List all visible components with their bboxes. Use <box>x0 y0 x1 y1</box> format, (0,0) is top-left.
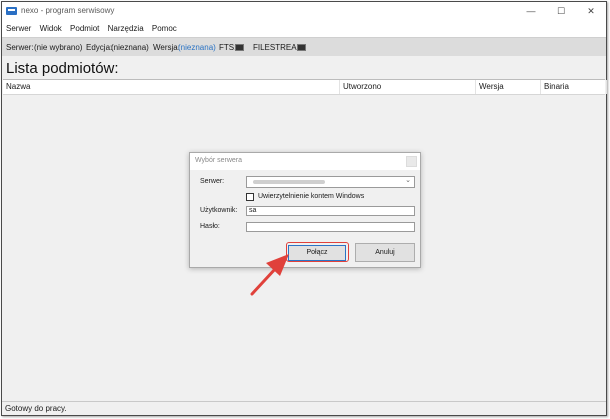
version-value: (nieznana) <box>178 43 216 52</box>
column-header-binaries[interactable]: Binaria <box>541 80 607 94</box>
menu-serwer[interactable]: Serwer <box>6 21 31 37</box>
app-logo-icon <box>6 7 17 15</box>
edition-value: (nieznana) <box>111 43 149 52</box>
status-bar: Gotowy do pracy. <box>2 401 606 415</box>
password-field-label: Hasło: <box>200 223 220 230</box>
server-combobox[interactable]: ⌄ <box>246 176 415 188</box>
window-title: nexo - program serwisowy <box>21 6 115 15</box>
minimize-button[interactable]: — <box>516 2 546 21</box>
title-bar: nexo - program serwisowy — ☐ ✕ <box>2 2 606 21</box>
list-header: Nazwa Utworzono Wersja Binaria <box>3 80 607 95</box>
windows-auth-checkbox[interactable] <box>246 193 254 201</box>
close-button[interactable]: ✕ <box>576 2 606 21</box>
server-value: (nie wybrano) <box>34 43 83 52</box>
server-info-bar: Serwer: (nie wybrano) Edycja: (nieznana)… <box>2 37 606 56</box>
chevron-down-icon[interactable]: ⌄ <box>405 176 411 184</box>
menu-bar: Serwer Widok Podmiot Narzędzia Pomoc <box>2 21 606 37</box>
user-field-label: Użytkownik: <box>200 207 238 214</box>
connect-highlight-frame <box>286 242 349 262</box>
version-label: Wersja: <box>153 43 180 52</box>
menu-narzedzia[interactable]: Narzędzia <box>108 21 144 37</box>
password-input[interactable] <box>246 222 415 232</box>
filestream-indicator-icon <box>297 44 306 52</box>
page-title: Lista podmiotów: <box>6 60 119 77</box>
fts-indicator-icon <box>235 44 244 52</box>
cancel-button[interactable]: Anuluj <box>355 243 415 262</box>
dialog-close-button[interactable] <box>406 156 417 167</box>
menu-widok[interactable]: Widok <box>40 21 62 37</box>
menu-pomoc[interactable]: Pomoc <box>152 21 177 37</box>
windows-auth-label[interactable]: Uwierzytelnienie kontem Windows <box>258 193 364 200</box>
column-header-version[interactable]: Wersja <box>476 80 541 94</box>
menu-podmiot[interactable]: Podmiot <box>70 21 99 37</box>
maximize-button[interactable]: ☐ <box>546 2 576 21</box>
redacted-server-name <box>253 180 325 184</box>
status-text: Gotowy do pracy. <box>5 404 67 413</box>
column-header-name[interactable]: Nazwa <box>3 80 340 94</box>
dialog-title-bar: Wybór serwera <box>190 153 420 170</box>
server-field-label: Serwer: <box>200 178 225 185</box>
dialog-title: Wybór serwera <box>195 157 243 164</box>
column-header-created[interactable]: Utworzono <box>340 80 476 94</box>
server-label: Serwer: <box>6 43 34 52</box>
edition-label: Edycja: <box>86 43 113 52</box>
user-input[interactable]: sa <box>246 206 415 216</box>
